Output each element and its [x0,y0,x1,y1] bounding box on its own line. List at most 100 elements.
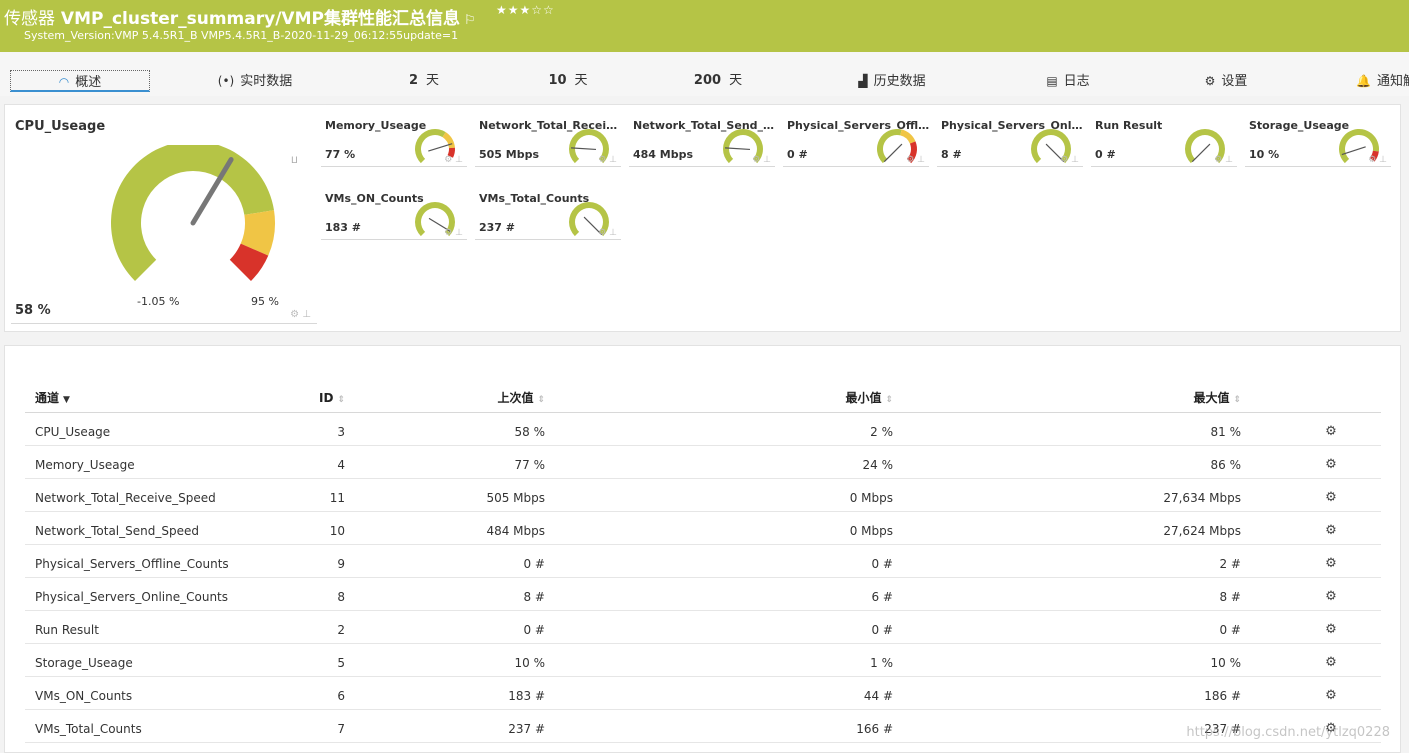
gauge-needle [1341,146,1366,156]
cell-last: 0 # [345,610,545,644]
gauge-tools[interactable]: ⚙ ⊥ [752,155,771,165]
gauge-value: 484 Mbps [633,148,694,161]
gauge-physical-servers-online-counts[interactable]: Physical_Servers_Online_Counts8 #⚙ ⊥ [937,115,1085,167]
cell-min: 1 % [545,643,893,677]
cell-channel[interactable]: Network_Total_Receive_Speed [25,478,285,512]
gauge-tools[interactable]: ⚙ ⊥ [290,309,311,320]
cell-last: 505 Mbps [345,478,545,512]
tab-overview[interactable]: ◠ 概述 [10,70,150,92]
tab-notifications[interactable]: 🔔通知触 [1356,70,1409,92]
gauge-tools[interactable]: ⚙ ⊥ [598,155,617,165]
table-row[interactable]: VMs_Total_Counts 7 237 #166 #237 # ⚙ [25,709,1381,743]
cell-channel[interactable]: Network_Total_Send_Speed [25,511,285,545]
table-row[interactable]: CPU_Useage 3 58 % 2 % 81 % ⚙ [25,412,1381,446]
gauge-cpu-useage[interactable]: CPU_Useage ⵡ -1.05 % 95 % 58 % ⚙ ⊥ [11,115,317,324]
table-row[interactable]: Network_Total_Send_Speed 10 484 Mbps 0 Mbps… [25,511,1381,545]
col-header-min[interactable]: 最小值 ⇕ [545,384,893,413]
col-header-actions [1241,384,1381,413]
table-row[interactable]: Network_Total_Receive_Speed 11 505 Mbps 0 M… [25,478,1381,512]
gauge-network-total-send-speed[interactable]: Network_Total_Send_Speed484 Mbps⚙ ⊥ [629,115,777,167]
cell-channel[interactable]: Physical_Servers_Offline_Counts [25,544,285,578]
gauge-tools[interactable]: ⚙ ⊥ [444,228,463,238]
cell-channel[interactable]: Memory_Useage [25,445,285,479]
settings-gear-icon[interactable]: ⚙ [1325,523,1337,538]
cell-channel[interactable]: Physical_Servers_Online_Counts [25,577,285,611]
settings-gear-icon[interactable]: ⚙ [1325,457,1337,472]
tab-10-days[interactable]: 10 天 [546,70,590,92]
cell-last: 237 # [345,709,545,743]
col-header-id[interactable]: ID ⇕ [285,384,345,413]
watermark: https://blog.csdn.net/ytlzq0228 [1186,725,1390,740]
table-row[interactable]: Physical_Servers_Online_Counts 8 8 #6 #8 #… [25,577,1381,611]
gauge-network-total-receive-speed[interactable]: Network_Total_Receive_Speed505 Mbps⚙ ⊥ [475,115,623,167]
cell-actions: ⚙ [1241,643,1381,677]
settings-gear-icon[interactable]: ⚙ [1325,589,1337,604]
sensor-header: 传感器 VMP_cluster_summary/VMP集群性能汇总信息 ⚐ ★★★… [0,0,1409,52]
cell-id: 8 [285,577,345,611]
cell-channel[interactable]: Run Result [25,610,285,644]
cell-channel[interactable]: VMs_ON_Counts [25,676,285,710]
table-row[interactable]: Physical_Servers_Offline_Counts 9 0 #0 #2 … [25,544,1381,578]
tab-2-days[interactable]: 2天 [404,70,444,92]
settings-gear-icon[interactable]: ⚙ [1325,490,1337,505]
gauge-vms-on-counts[interactable]: VMs_ON_Counts 183 # ⚙ ⊥ [321,188,467,240]
page-title: 传感器 VMP_cluster_summary/VMP集群性能汇总信息 ⚐ [4,4,476,29]
big-gauge-dial: ⵡ [111,145,298,281]
cell-id: 6 [285,676,345,710]
tab-history[interactable]: ▟ 历史数据 [850,70,934,92]
cell-channel[interactable]: Storage_Useage [25,643,285,677]
gauge-arc-segment [900,129,916,144]
gauge-value: 10 % [1249,148,1280,161]
gear-icon: ⚙ [1204,74,1216,88]
cell-actions: ⚙ [1241,445,1381,479]
tab-settings[interactable]: ⚙ 设置 [1198,70,1254,92]
gauge-arc-segment [877,129,902,164]
cell-min: 0 # [545,544,893,578]
gauge-value: 58 % [15,303,51,318]
gauge-tools[interactable]: ⚙ ⊥ [444,155,463,165]
col-header-max[interactable]: 最大值 ⇕ [893,384,1241,413]
gauge-tools[interactable]: ⚙ ⊥ [1214,155,1233,165]
col-header-channel[interactable]: 通道 ▼ [25,384,285,413]
tab-log[interactable]: ▤ 日志 [1040,70,1096,92]
gauge-physical-servers-offline-counts[interactable]: Physical_Servers_Offline_Counts0 #⚙ ⊥ [783,115,931,167]
cell-actions: ⚙ [1241,412,1381,446]
cell-last: 0 # [345,544,545,578]
gauge-run-result[interactable]: Run Result 0 # ⚙ ⊥ [1091,115,1237,167]
gauge-storage-useage[interactable]: Storage_Useage 10 % ⚙ ⊥ [1245,115,1391,167]
cell-actions: ⚙ [1241,511,1381,545]
table-row[interactable]: Run Result 2 0 #0 #0 # ⚙ [25,610,1381,644]
cell-channel[interactable]: CPU_Useage [25,412,285,446]
table-row[interactable]: Storage_Useage 5 10 % 1 % 10 % ⚙ [25,643,1381,677]
cell-max: 10 % [893,643,1241,677]
gauge-tools[interactable]: ⚙ ⊥ [906,155,925,165]
table-row[interactable]: VMs_ON_Counts 6 183 #44 #186 # ⚙ [25,676,1381,710]
table-row[interactable]: Memory_Useage 4 77 % 24 % 86 % ⚙ [25,445,1381,479]
tab-200-days[interactable]: 200 天 [692,70,744,92]
gauge-value: 237 # [479,221,516,234]
cell-id: 3 [285,412,345,446]
gauge-memory-useage[interactable]: Memory_Useage 77 % ⚙ ⊥ [321,115,467,167]
col-header-last[interactable]: 上次值 ⇕ [345,384,545,413]
settings-gear-icon[interactable]: ⚙ [1325,424,1337,439]
flag-icon[interactable]: ⚐ [464,13,476,28]
cell-last: 183 # [345,676,545,710]
gauge-tools[interactable]: ⚙ ⊥ [1368,155,1387,165]
cell-channel[interactable]: VMs_Total_Counts [25,709,285,743]
cell-max: 8 # [893,577,1241,611]
settings-gear-icon[interactable]: ⚙ [1325,655,1337,670]
gauge-tools[interactable]: ⚙ ⊥ [1060,155,1079,165]
cell-actions: ⚙ [1241,478,1381,512]
cell-last: 10 % [345,643,545,677]
settings-gear-icon[interactable]: ⚙ [1325,556,1337,571]
settings-gear-icon[interactable]: ⚙ [1325,622,1337,637]
list-icon: ▤ [1046,74,1058,88]
cell-min: 24 % [545,445,893,479]
cell-actions: ⚙ [1241,544,1381,578]
cell-last: 8 # [345,577,545,611]
priority-stars[interactable]: ★★★☆☆ [496,3,555,17]
settings-gear-icon[interactable]: ⚙ [1325,688,1337,703]
tab-live-data[interactable]: (•) 实时数据 [214,70,296,92]
gauge-tools[interactable]: ⚙ ⊥ [598,228,617,238]
gauge-vms-total-counts[interactable]: VMs_Total_Counts 237 # ⚙ ⊥ [475,188,621,240]
